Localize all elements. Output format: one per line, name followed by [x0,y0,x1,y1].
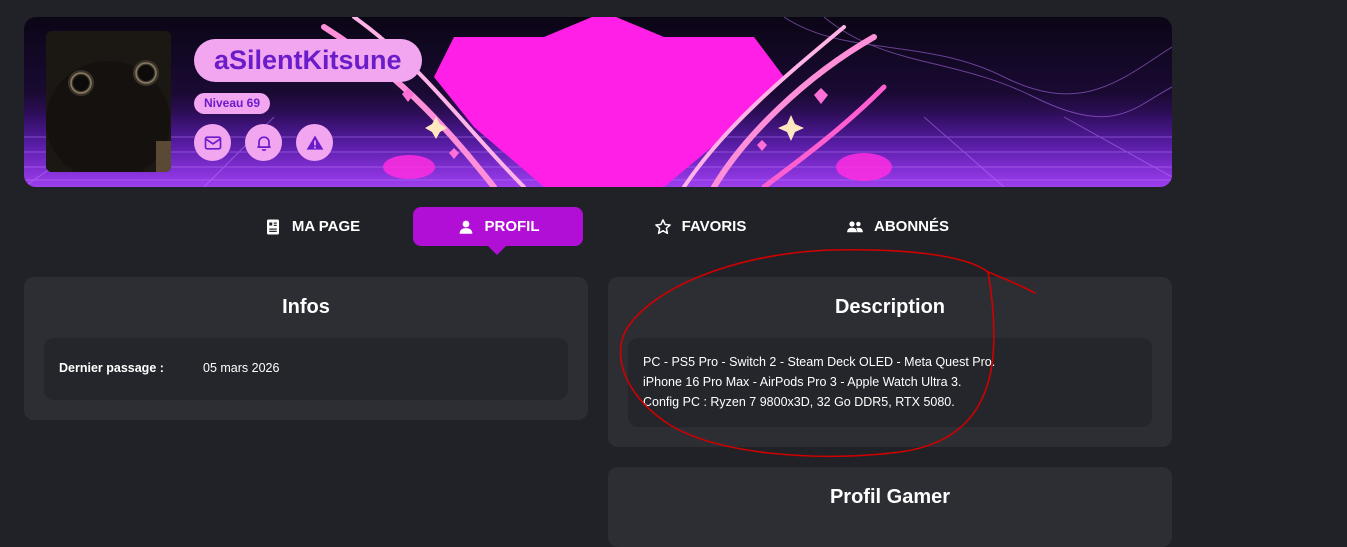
description-line: Config PC : Ryzen 7 9800x3D, 32 Go DDR5,… [643,395,955,409]
level-badge: Niveau 69 [194,93,271,114]
username: aSilentKitsune [194,39,422,82]
tab-favoris[interactable]: FAVORIS [630,207,770,246]
gamer-profile-card: Profil Gamer [608,467,1172,547]
description-card: Description PC - PS5 Pro - Switch 2 - St… [608,277,1172,447]
star-icon [654,218,671,234]
gamer-profile-title: Profil Gamer [829,486,951,508]
id-card-icon [266,219,279,234]
tab-label: ABONNÉS [873,218,949,235]
users-icon [847,220,863,232]
report-button[interactable] [296,124,333,161]
tab-label: PROFIL [484,218,540,235]
mail-icon [204,135,221,150]
tab-label: MA PAGE [291,218,361,235]
cat-avatar-image [46,31,171,172]
description-body: PC - PS5 Pro - Switch 2 - Steam Deck OLE… [628,338,1152,427]
profile-banner: aSilentKitsune Niveau 69 [24,17,1172,187]
tab-label: FAVORIS [681,218,747,235]
tab-profil[interactable]: PROFIL [413,207,583,246]
infos-title: Infos [282,296,330,318]
warning-icon [306,135,323,150]
description-line: iPhone 16 Pro Max - AirPods Pro 3 - Appl… [643,375,962,389]
tab-ma-page[interactable]: MA PAGE [232,207,392,246]
tab-abonnes[interactable]: ABONNÉS [830,207,965,246]
user-icon [459,220,472,234]
message-button[interactable] [194,124,231,161]
avatar[interactable] [46,31,171,172]
description-title: Description [834,296,946,318]
description-line: PC - PS5 Pro - Switch 2 - Steam Deck OLE… [643,355,996,369]
infos-card: Infos Dernier passage : 05 mars 2026 [24,277,588,420]
last-visit-value: 05 mars 2026 [203,361,280,375]
active-tab-indicator [488,246,506,255]
follow-notification-button[interactable] [245,124,282,161]
last-visit-label: Dernier passage : [59,361,164,375]
bell-icon [256,135,271,151]
infos-list: Dernier passage : 05 mars 2026 [44,338,568,400]
